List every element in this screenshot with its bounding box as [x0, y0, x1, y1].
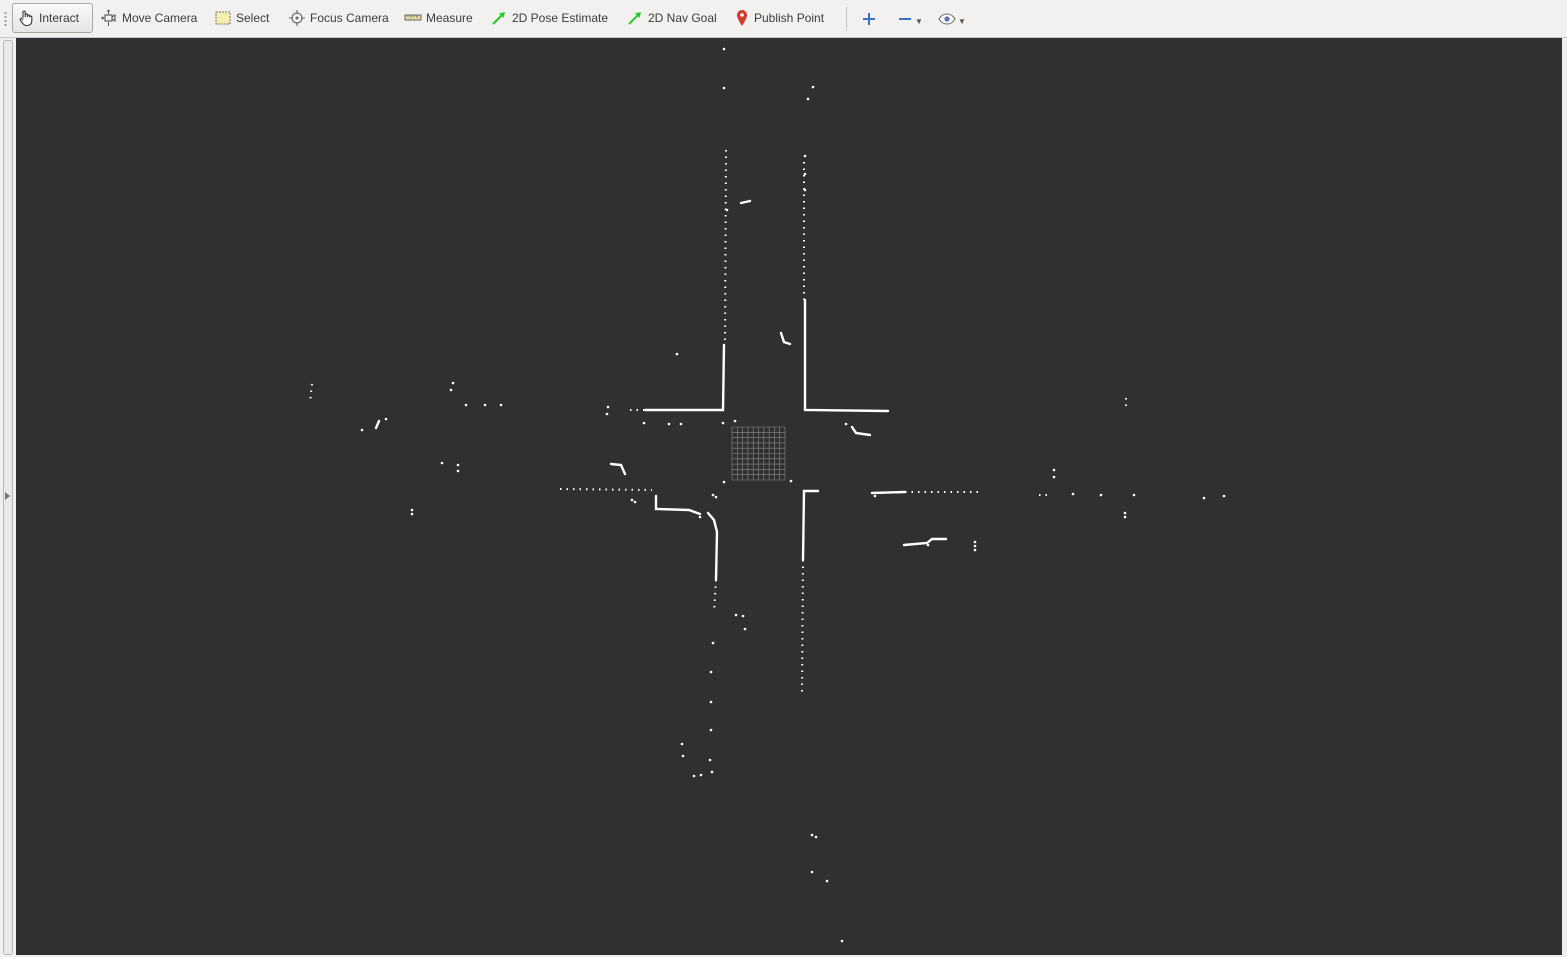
ruler-icon: [404, 14, 422, 21]
hand-pointer-icon: [19, 10, 33, 27]
pose-estimate-tool-label: 2D Pose Estimate: [512, 11, 609, 25]
select-tool-button[interactable]: Select: [210, 3, 273, 33]
move-camera-icon: [101, 9, 116, 26]
measure-tool-label: Measure: [426, 11, 473, 25]
publish-point-tool-button[interactable]: Publish Point: [730, 3, 828, 33]
move-camera-tool-button[interactable]: Move Camera: [96, 3, 201, 33]
chevron-down-icon: ▼: [958, 16, 966, 26]
green-arrow-icon: [492, 12, 505, 25]
interact-tool-label: Interact: [39, 11, 80, 25]
measure-tool-button[interactable]: Measure: [400, 3, 477, 33]
scan-walls: [374, 199, 948, 582]
pose-estimate-tool-button[interactable]: 2D Pose Estimate: [486, 3, 612, 33]
eye-icon: [938, 13, 956, 25]
add-tool-button[interactable]: [861, 7, 877, 31]
move-camera-tool-label: Move Camera: [122, 11, 198, 25]
map-pin-icon: [737, 10, 747, 26]
tools-toolbar: Interact Move Camera Select Focus Camera…: [0, 0, 1567, 38]
nav-goal-tool-label: 2D Nav Goal: [648, 11, 717, 25]
select-box-icon: [215, 11, 231, 25]
focus-camera-tool-button[interactable]: Focus Camera: [284, 3, 393, 33]
expand-panel-arrow-icon[interactable]: [5, 492, 10, 500]
ground-grid: [731, 426, 786, 481]
chevron-down-icon: ▼: [915, 16, 923, 26]
interact-tool-button[interactable]: Interact: [12, 3, 93, 33]
toolbar-separator: [846, 7, 847, 31]
laser-scan-display: [309, 47, 1226, 943]
render-viewport[interactable]: [16, 38, 1562, 955]
scan-points: [360, 47, 1226, 943]
remove-tool-button[interactable]: ▼: [897, 7, 923, 31]
visibility-button[interactable]: ▼: [938, 7, 966, 31]
scan-dashed-lines: [309, 149, 1127, 695]
select-tool-label: Select: [236, 11, 270, 25]
minus-icon: [899, 18, 911, 20]
focus-camera-tool-label: Focus Camera: [310, 11, 389, 25]
plus-icon: [863, 13, 875, 25]
green-arrow-icon: [628, 12, 641, 25]
nav-goal-tool-button[interactable]: 2D Nav Goal: [622, 3, 721, 33]
publish-point-tool-label: Publish Point: [754, 11, 825, 25]
toolbar-grip[interactable]: [4, 11, 7, 27]
focus-target-icon: [289, 10, 305, 26]
